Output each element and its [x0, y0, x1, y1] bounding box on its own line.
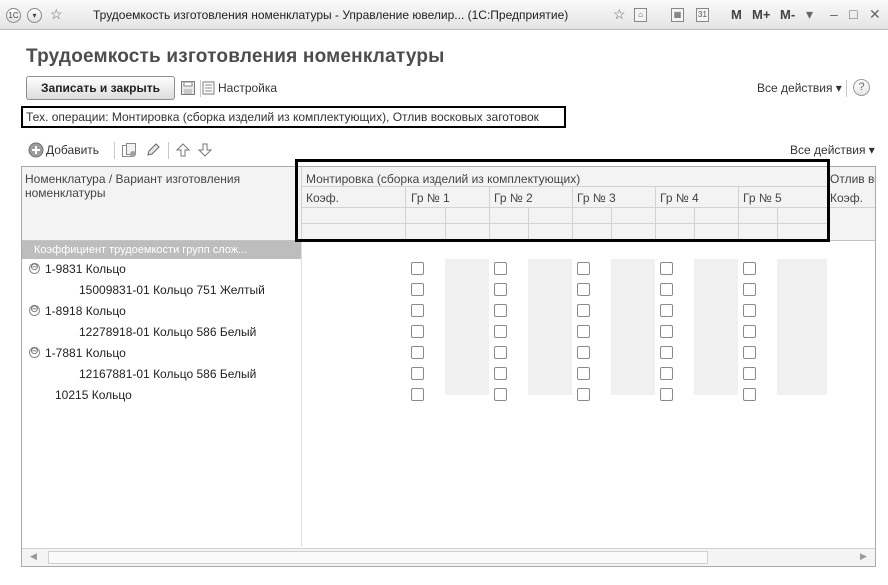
add-button[interactable]: Добавить	[46, 143, 99, 157]
group4-checkbox[interactable]	[660, 367, 673, 380]
group2-checkbox[interactable]	[494, 304, 507, 317]
group4-checkbox[interactable]	[660, 346, 673, 359]
item-column-header[interactable]: Номенклатура / Вариант изготовления номе…	[25, 172, 285, 200]
collapse-icon[interactable]: ⊖	[29, 263, 40, 274]
toolbar-separator	[200, 80, 201, 97]
1c-logo-icon[interactable]: 1С	[6, 8, 21, 23]
add-icon[interactable]	[28, 142, 44, 158]
row-label: 10215 Кольцо	[55, 388, 132, 402]
row-label: 12278918-01 Кольцо 586 Белый	[79, 325, 257, 339]
table-row[interactable]: ⊖ 1-7881 Кольцо	[22, 343, 875, 364]
memory-m-button[interactable]: M	[731, 7, 742, 22]
group1-checkbox[interactable]	[411, 304, 424, 317]
table-row[interactable]: ⊖ 1-8918 Кольцо	[22, 301, 875, 322]
group2-checkbox[interactable]	[494, 325, 507, 338]
casting-coef-column-header[interactable]: Коэф.	[830, 191, 863, 205]
scroll-right-icon[interactable]: ▶	[860, 551, 867, 562]
calendar-icon[interactable]: 31	[696, 8, 709, 22]
group2-checkbox[interactable]	[494, 346, 507, 359]
row-label: 15009831-01 Кольцо 751 Желтый	[79, 283, 265, 297]
scroll-left-icon[interactable]: ◀	[30, 551, 37, 562]
group3-checkbox[interactable]	[577, 262, 590, 275]
table-row[interactable]: 12167881-01 Кольцо 586 Белый	[22, 364, 875, 385]
coef-row-label[interactable]: Коэффициент трудоемкости групп слож...	[22, 241, 302, 259]
group3-checkbox[interactable]	[577, 388, 590, 401]
group3-checkbox[interactable]	[577, 283, 590, 296]
group5-checkbox[interactable]	[743, 283, 756, 296]
settings-icon[interactable]	[202, 80, 216, 96]
row-label: 12167881-01 Кольцо 586 Белый	[79, 367, 257, 381]
window-titlebar: 1С ▾ ☆ Трудоемкость изготовления номенкл…	[0, 0, 888, 30]
page-title: Трудоемкость изготовления номенклатуры	[26, 46, 445, 67]
close-icon[interactable]: ✕	[869, 5, 881, 23]
table-row[interactable]: 15009831-01 Кольцо 751 Желтый	[22, 280, 875, 301]
group2-checkbox[interactable]	[494, 367, 507, 380]
group4-checkbox[interactable]	[660, 283, 673, 296]
move-up-icon[interactable]	[175, 142, 191, 158]
save-icon[interactable]	[180, 80, 196, 96]
save-and-close-button[interactable]: Записать и закрыть	[26, 76, 175, 100]
table-row[interactable]: 12278918-01 Кольцо 586 Белый	[22, 322, 875, 343]
group5-checkbox[interactable]	[743, 262, 756, 275]
group1-checkbox[interactable]	[411, 325, 424, 338]
dropdown-icon[interactable]: ▾	[806, 5, 813, 23]
row-label: 1-7881 Кольцо	[45, 346, 126, 360]
group3-checkbox[interactable]	[577, 346, 590, 359]
group-header-casting[interactable]: Отлив во	[830, 172, 875, 186]
group1-checkbox[interactable]	[411, 283, 424, 296]
all-actions-menu-table[interactable]: Все действия ▾	[790, 143, 875, 157]
row-label: 1-8918 Кольцо	[45, 304, 126, 318]
group3-checkbox[interactable]	[577, 367, 590, 380]
collapse-icon[interactable]: ⊖	[29, 305, 40, 316]
group2-checkbox[interactable]	[494, 262, 507, 275]
table-row[interactable]: ⊖ 1-9831 Кольцо	[22, 259, 875, 280]
settings-button[interactable]: Настройка	[218, 81, 277, 95]
edit-pencil-icon[interactable]	[145, 142, 161, 158]
group4-checkbox[interactable]	[660, 262, 673, 275]
window-menu-icon[interactable]: ▾	[27, 8, 42, 23]
horizontal-scrollbar[interactable]: ◀ ⁚ ▶	[22, 548, 875, 566]
window-title: Трудоемкость изготовления номенклатуры -…	[93, 8, 569, 22]
group4-checkbox[interactable]	[660, 325, 673, 338]
all-actions-menu-top[interactable]: Все действия ▾	[757, 81, 842, 95]
header-separator	[846, 80, 847, 97]
group4-checkbox[interactable]	[660, 388, 673, 401]
toolbar-separator	[168, 142, 169, 159]
group3-checkbox[interactable]	[577, 325, 590, 338]
group5-checkbox[interactable]	[743, 304, 756, 317]
table-row[interactable]: 10215 Кольцо	[22, 385, 875, 406]
move-down-icon[interactable]	[197, 142, 213, 158]
collapse-icon[interactable]: ⊖	[29, 347, 40, 358]
favorite-star-icon-2[interactable]: ☆	[613, 5, 626, 23]
help-icon[interactable]: ?	[853, 79, 870, 96]
favorite-star-icon[interactable]: ☆	[50, 5, 63, 23]
group1-checkbox[interactable]	[411, 388, 424, 401]
operations-field[interactable]: Тех. операции: Монтировка (сборка издели…	[21, 106, 566, 128]
group5-checkbox[interactable]	[743, 388, 756, 401]
group3-checkbox[interactable]	[577, 304, 590, 317]
highlight-frame	[295, 159, 830, 242]
history-icon[interactable]: ⌂	[634, 8, 647, 22]
toolbar-separator	[114, 142, 115, 159]
copy-icon[interactable]	[121, 142, 137, 158]
group5-checkbox[interactable]	[743, 325, 756, 338]
memory-mplus-button[interactable]: M+	[752, 7, 770, 22]
row-label: 1-9831 Кольцо	[45, 262, 126, 276]
maximize-icon[interactable]: □	[849, 5, 857, 23]
memory-mminus-button[interactable]: M-	[780, 7, 795, 22]
group1-checkbox[interactable]	[411, 262, 424, 275]
group2-checkbox[interactable]	[494, 388, 507, 401]
group5-checkbox[interactable]	[743, 346, 756, 359]
group1-checkbox[interactable]	[411, 367, 424, 380]
group4-checkbox[interactable]	[660, 304, 673, 317]
calculator-icon[interactable]: ▦	[671, 8, 684, 22]
scroll-thumb[interactable]	[48, 551, 708, 564]
group5-checkbox[interactable]	[743, 367, 756, 380]
minimize-icon[interactable]: –	[830, 5, 838, 23]
group1-checkbox[interactable]	[411, 346, 424, 359]
group2-checkbox[interactable]	[494, 283, 507, 296]
